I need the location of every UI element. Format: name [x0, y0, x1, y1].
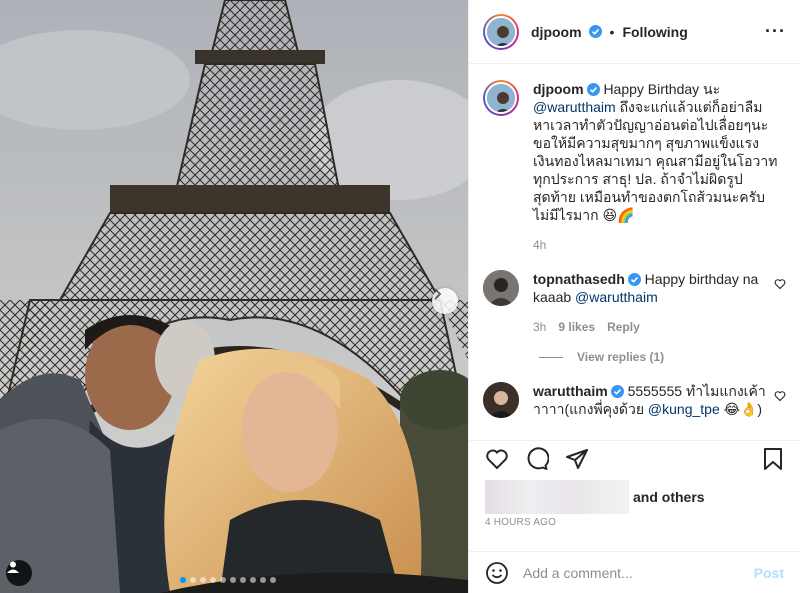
more-horizontal-icon: ··· [765, 21, 786, 41]
like-comment-heart-icon[interactable] [774, 390, 786, 402]
comment-username[interactable]: warutthaim [533, 383, 608, 399]
carousel-dot [230, 577, 236, 583]
replies-divider [539, 356, 563, 358]
carousel-indicators [180, 577, 276, 583]
post-timestamp[interactable]: 4 HOURS AGO [485, 517, 556, 528]
comment-likes[interactable]: 9 likes [558, 318, 595, 336]
comment-item: topnathasedh Happy birthday na kaaab @wa… [483, 270, 786, 336]
caption-text: ถึงจะแก่แล้วแต่ก็อย่าลืมหาเวลาทำตัวปัญญา… [533, 99, 778, 223]
add-comment-bar: Post [469, 551, 800, 593]
more-options-button[interactable]: ··· [765, 21, 786, 42]
caption-time[interactable]: 4h [533, 236, 546, 254]
comment-username[interactable]: topnathasedh [533, 271, 625, 287]
comment-mention-link[interactable]: @kung_tpe [648, 401, 720, 417]
following-button[interactable]: Following [622, 24, 687, 40]
avatar-image [487, 84, 515, 112]
carousel-dot [190, 577, 196, 583]
caption-avatar[interactable] [483, 80, 519, 116]
carousel-dot [200, 577, 206, 583]
liked-by-redacted [485, 480, 629, 514]
bookmark-icon[interactable] [762, 447, 784, 471]
post-header: djpoom • Following ··· [469, 0, 800, 64]
comment-icon[interactable] [525, 446, 549, 471]
carousel-dot [240, 577, 246, 583]
avatar-image [487, 17, 515, 46]
verified-badge-icon [627, 273, 641, 286]
comment-time[interactable]: 3h [533, 318, 546, 336]
comment-text-suffix: 😂👌) [723, 401, 763, 417]
smile-icon[interactable] [485, 561, 509, 585]
user-icon [7, 561, 19, 573]
eiffel-tower-photo [0, 0, 468, 593]
carousel-dot [250, 577, 256, 583]
carousel-dot [220, 577, 226, 583]
like-comment-heart-icon[interactable] [774, 278, 786, 290]
view-replies-label: View replies (1) [577, 350, 665, 364]
verified-badge-icon [588, 25, 602, 38]
comment-mention-link[interactable]: @warutthaim [575, 289, 658, 305]
chevron-right-icon [434, 288, 442, 300]
post-side-panel: djpoom • Following ··· djpoom Happy Birt… [468, 0, 800, 593]
likes-others-text[interactable]: and others [633, 489, 705, 505]
heart-icon[interactable] [485, 447, 509, 471]
commenter-avatar[interactable] [483, 382, 519, 418]
carousel-dot [180, 577, 186, 583]
carousel-dot [260, 577, 266, 583]
author-avatar[interactable] [483, 13, 519, 50]
author-username[interactable]: djpoom [531, 24, 582, 40]
caption-mention-link[interactable]: @warutthaim [533, 99, 616, 115]
verified-badge-icon [586, 83, 600, 96]
paper-plane-icon[interactable] [565, 447, 589, 471]
carousel-dot [270, 577, 276, 583]
carousel-dot [210, 577, 216, 583]
post-photo[interactable] [0, 0, 468, 593]
comment-item: warutthaim 5555555 ทำไมแกงเค้าาาาา(แกงพี… [483, 382, 786, 418]
separator-dot: • [609, 23, 615, 40]
caption: djpoom Happy Birthday นะ @warutthaim ถึง… [483, 80, 786, 254]
comment-input[interactable] [523, 564, 740, 581]
tagged-users-button[interactable] [6, 560, 32, 586]
reply-button[interactable]: Reply [607, 318, 640, 336]
caption-username[interactable]: djpoom [533, 81, 584, 97]
caption-text-prefix: Happy Birthday นะ [603, 81, 721, 97]
avatar-image [483, 382, 519, 418]
likes-summary[interactable]: and others [485, 480, 705, 514]
commenter-avatar[interactable] [483, 270, 519, 306]
avatar-image [483, 270, 519, 306]
view-replies-button[interactable]: View replies (1) [539, 350, 786, 364]
post-actions [469, 440, 800, 476]
comments-list: djpoom Happy Birthday นะ @warutthaim ถึง… [469, 64, 800, 440]
next-slide-button[interactable] [432, 288, 458, 314]
post-comment-button[interactable]: Post [754, 565, 784, 581]
verified-badge-icon [610, 385, 624, 398]
